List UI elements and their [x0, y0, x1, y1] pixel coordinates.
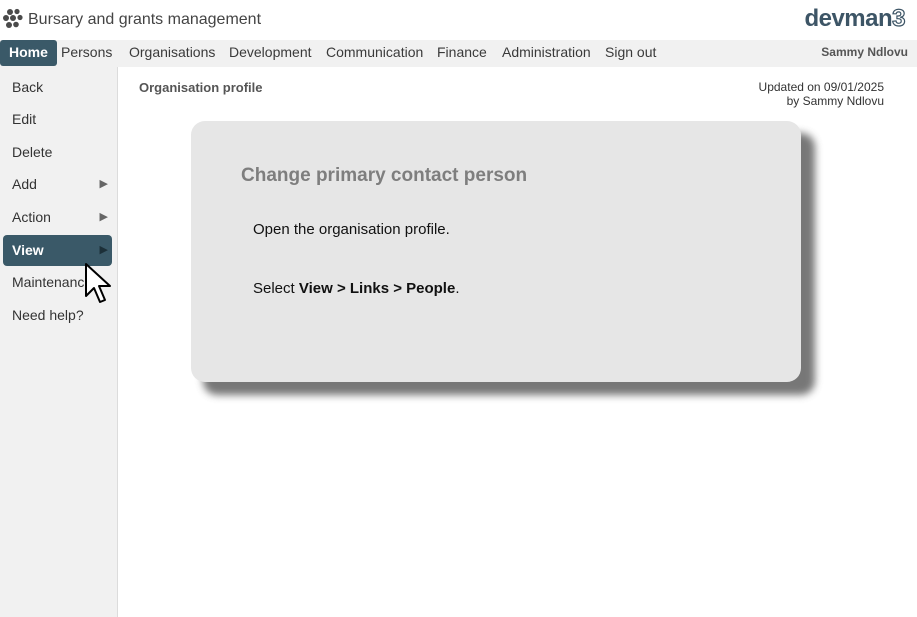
- instruction-step-2: Select View > Links > People.: [253, 280, 460, 297]
- sidebar-item-delete[interactable]: Delete: [3, 137, 112, 168]
- nav-finance[interactable]: Finance: [428, 40, 496, 67]
- sidebar-item-edit[interactable]: Edit: [3, 104, 112, 135]
- updated-by: by Sammy Ndlovu: [786, 94, 884, 108]
- logo-icon: [3, 8, 23, 28]
- sidebar-item-label: Action: [12, 209, 51, 225]
- step-2-menu-path: View > Links > People: [298, 280, 456, 297]
- mouse-pointer-icon: [85, 263, 111, 303]
- instruction-card: Change primary contact person Open the o…: [191, 121, 801, 382]
- current-user[interactable]: Sammy Ndlovu: [821, 40, 908, 67]
- brand-logo: devman3: [804, 4, 907, 33]
- sidebar-item-label: View: [12, 242, 44, 258]
- nav-development[interactable]: Development: [220, 40, 321, 67]
- card-title: Change primary contact person: [241, 165, 528, 186]
- nav-administration[interactable]: Administration: [493, 40, 600, 67]
- sidebar-item-label: Back: [12, 79, 44, 95]
- submenu-arrow-icon: ▶: [99, 244, 108, 256]
- sidebar-item-label: Edit: [12, 111, 37, 127]
- updated-info: Updated on 09/01/2025 by Sammy Ndlovu: [759, 80, 884, 108]
- app-title: Bursary and grants management: [28, 11, 262, 28]
- sidebar-item-add[interactable]: Add ▶: [3, 169, 112, 200]
- sidebar-item-label: Need help?: [12, 307, 84, 323]
- page-title: Organisation profile: [139, 80, 263, 95]
- sidebar-item-label: Maintenance: [12, 274, 93, 290]
- brand-number: 3: [892, 4, 907, 32]
- nav-home[interactable]: Home: [0, 40, 57, 66]
- sidebar: Back Edit Delete Add ▶ Action ▶ View ▶ M…: [0, 67, 118, 617]
- nav-organisations[interactable]: Organisations: [120, 40, 224, 67]
- submenu-arrow-icon: ▶: [99, 178, 108, 190]
- submenu-arrow-icon: ▶: [99, 211, 108, 223]
- nav-persons[interactable]: Persons: [52, 40, 121, 67]
- sidebar-item-back[interactable]: Back: [3, 72, 112, 103]
- app-header: Bursary and grants management devman3: [0, 0, 917, 40]
- sidebar-item-action[interactable]: Action ▶: [3, 202, 112, 233]
- step-2-suffix: .: [455, 280, 460, 297]
- nav-sign-out[interactable]: Sign out: [596, 40, 665, 67]
- updated-date: Updated on 09/01/2025: [758, 80, 884, 94]
- sidebar-item-label: Add: [12, 176, 37, 192]
- sidebar-item-label: Delete: [12, 144, 53, 160]
- step-2-prefix: Select: [253, 280, 299, 297]
- brand-text: devman: [804, 5, 893, 32]
- instruction-step-1: Open the organisation profile.: [253, 221, 450, 238]
- nav-communication[interactable]: Communication: [317, 40, 432, 67]
- top-nav: Home Persons Organisations Development C…: [0, 40, 917, 67]
